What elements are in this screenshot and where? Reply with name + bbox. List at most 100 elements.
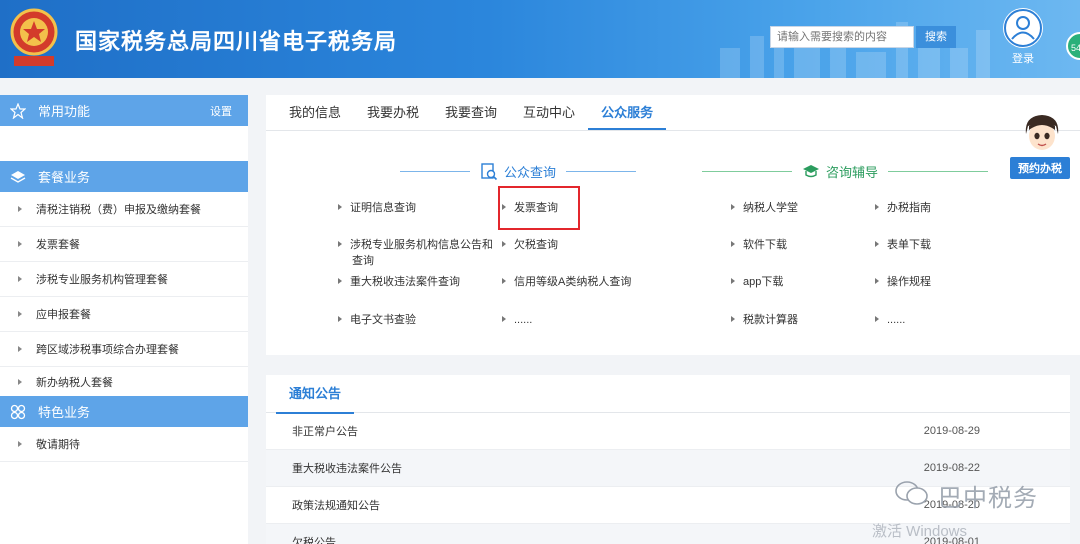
side-badge[interactable]: 54 <box>1066 32 1080 60</box>
wechat-icon <box>895 481 928 505</box>
sidebar-item-label: 新办纳税人套餐 <box>36 376 113 389</box>
public-query-heading: 公众查询 <box>400 162 637 181</box>
bullet-icon <box>18 241 22 247</box>
sidebar-section-common[interactable]: 常用功能 设置 <box>0 95 248 126</box>
bullet-icon <box>502 316 506 322</box>
reserve-button[interactable]: 预约办税 <box>1010 157 1070 179</box>
bullet-icon <box>502 278 506 284</box>
sidebar-item[interactable]: 发票套餐 <box>0 227 248 262</box>
link-tax-guide[interactable]: 办税指南 <box>875 200 1025 216</box>
bullet-icon <box>18 206 22 212</box>
top-header: 国家税务总局四川省电子税务局 搜索 登录 54 <box>0 0 1080 78</box>
link-label: 涉税专业服务机构信息公告和查询 <box>350 239 493 267</box>
link-label: 证明信息查询 <box>350 202 416 214</box>
bullet-icon <box>731 316 735 322</box>
notice-title: 政策法规通知公告 <box>292 500 380 512</box>
site-title: 国家税务总局四川省电子税务局 <box>75 29 398 54</box>
notice-tabs: 通知公告 <box>266 375 1070 414</box>
link-software-download[interactable]: 软件下载 <box>731 237 881 253</box>
sidebar-item[interactable]: 新办纳税人套餐 <box>0 367 248 396</box>
sidebar-section-packages[interactable]: 套餐业务 <box>0 161 248 192</box>
link-label: 信用等级A类纳税人查询 <box>514 276 632 288</box>
search-button[interactable]: 搜索 <box>916 26 956 48</box>
grid-icon <box>10 404 26 419</box>
search-doc-icon <box>481 162 498 180</box>
sidebar-item[interactable]: 涉税专业服务机构管理套餐 <box>0 262 248 297</box>
bullet-icon <box>338 241 342 247</box>
bullet-icon <box>875 278 879 284</box>
link-label: 操作规程 <box>887 276 931 288</box>
sidebar-item-label: 涉税专业服务机构管理套餐 <box>36 274 168 286</box>
link-procedures[interactable]: 操作规程 <box>875 274 1025 290</box>
tab-my-info[interactable]: 我的信息 <box>276 95 354 130</box>
notice-row[interactable]: 非正常户公告 2019-08-29 <box>266 413 1070 450</box>
divider <box>400 171 470 172</box>
sidebar-item[interactable]: 清税注销税（费）申报及缴纳套餐 <box>0 192 248 227</box>
bullet-icon <box>875 316 879 322</box>
bullet-icon <box>338 204 342 210</box>
login-button[interactable]: 登录 <box>1000 8 1046 66</box>
sidebar-item-label: 发票套餐 <box>36 239 80 251</box>
tab-interaction[interactable]: 互动中心 <box>510 95 588 130</box>
highlight-box <box>498 186 580 230</box>
bullet-icon <box>502 241 506 247</box>
link-label: 欠税查询 <box>514 239 558 251</box>
link-label: 重大税收违法案件查询 <box>350 276 460 288</box>
link-label: 税款计算器 <box>743 314 798 326</box>
link-taxpayer-school[interactable]: 纳税人学堂 <box>731 200 881 216</box>
link-certificate-query[interactable]: 证明信息查询 <box>338 200 488 216</box>
bullet-icon <box>18 346 22 352</box>
sidebar-item[interactable]: 敬请期待 <box>0 427 248 462</box>
sidebar-item[interactable]: 应申报套餐 <box>0 297 248 332</box>
link-tax-calculator[interactable]: 税款计算器 <box>731 312 881 328</box>
divider <box>888 171 989 172</box>
tax-emblem-logo <box>10 8 58 66</box>
bullet-icon <box>18 378 22 385</box>
search-input[interactable] <box>770 26 914 48</box>
sidebar-item-label: 清税注销税（费）申报及缴纳套餐 <box>36 204 201 216</box>
link-violation-query[interactable]: 重大税收违法案件查询 <box>338 274 488 290</box>
link-app-download[interactable]: app下载 <box>731 274 881 290</box>
group-title: 咨询辅导 <box>826 165 879 180</box>
notice-date: 2019-08-22 <box>923 462 980 474</box>
link-credit-a-query[interactable]: 信用等级A类纳税人查询 <box>502 274 652 290</box>
bullet-icon <box>338 316 342 322</box>
link-form-download[interactable]: 表单下载 <box>875 237 1025 253</box>
link-more-consult[interactable]: ...... <box>875 312 1025 328</box>
reserve-widget[interactable]: 预约办税 <box>1010 112 1070 179</box>
bullet-icon <box>18 441 22 447</box>
link-arrears-query[interactable]: 欠税查询 <box>502 237 652 253</box>
settings-link[interactable]: 设置 <box>210 103 232 119</box>
sidebar-item-label: 敬请期待 <box>36 439 80 451</box>
link-label: 纳税人学堂 <box>743 202 798 214</box>
tab-handle-tax[interactable]: 我要办税 <box>354 95 432 130</box>
user-avatar-icon <box>1003 8 1043 48</box>
login-label: 登录 <box>1012 53 1034 65</box>
section-title: 套餐业务 <box>38 170 91 185</box>
tab-query[interactable]: 我要查询 <box>432 95 510 130</box>
consult-heading: 咨询辅导 <box>702 162 989 181</box>
link-label: 表单下载 <box>887 239 931 251</box>
bullet-icon <box>875 241 879 247</box>
link-label: ...... <box>887 314 906 326</box>
bullet-icon <box>875 204 879 210</box>
link-e-document-check[interactable]: 电子文书查验 <box>338 312 488 328</box>
link-label: app下载 <box>743 276 784 288</box>
notice-title: 非正常户公告 <box>292 426 358 438</box>
link-label: 软件下载 <box>743 239 787 251</box>
sidebar-item-label: 应申报套餐 <box>36 309 91 321</box>
bullet-icon <box>731 241 735 247</box>
bullet-icon <box>18 276 22 282</box>
link-agency-info[interactable]: 涉税专业服务机构信息公告和查询 <box>338 237 498 269</box>
bullet-icon <box>731 204 735 210</box>
tab-notices[interactable]: 通知公告 <box>276 375 355 414</box>
sidebar-item[interactable]: 跨区域涉税事项综合办理套餐 <box>0 332 248 367</box>
sidebar-section-featured[interactable]: 特色业务 <box>0 396 248 427</box>
section-spacer <box>0 126 248 161</box>
bullet-icon <box>18 311 22 317</box>
tab-public-service[interactable]: 公众服务 <box>588 95 667 130</box>
main-tabs: 我的信息 我要办税 我要查询 互动中心 公众服务 <box>266 95 1080 131</box>
graduation-icon <box>803 164 819 177</box>
star-icon <box>10 102 26 119</box>
link-more-query[interactable]: ...... <box>502 312 652 328</box>
